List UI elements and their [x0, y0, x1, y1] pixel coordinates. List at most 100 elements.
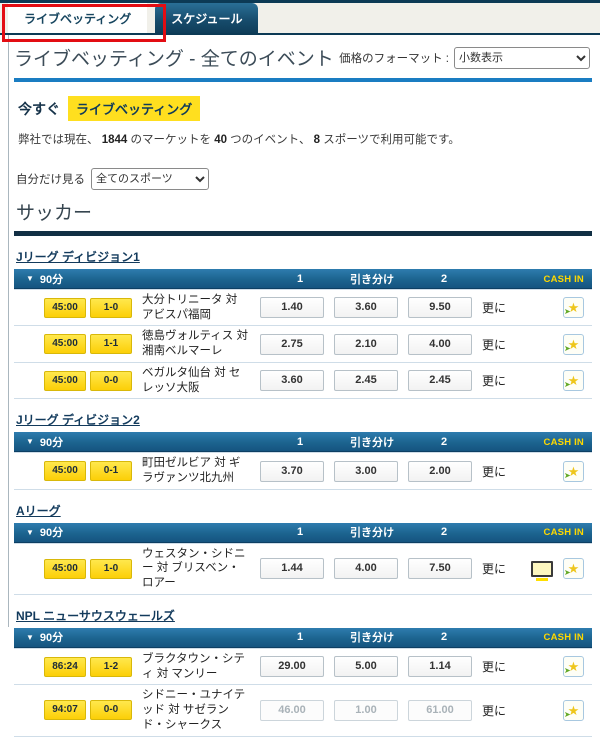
- cash-in-star-icon[interactable]: ★ ➤: [563, 460, 584, 482]
- period-label: 90分: [39, 632, 64, 645]
- row-icons: ★ ➤: [522, 699, 592, 721]
- promo-row: 今すぐ ライブベッティング: [18, 96, 592, 121]
- odds-away-button[interactable]: 1.14: [408, 656, 472, 678]
- cash-in-zone: CASH IN: [480, 526, 592, 538]
- now-label: 今すぐ: [18, 100, 60, 117]
- score-badge: 0-0: [90, 700, 132, 721]
- league-section: Jリーグ ディビジョン1 ▼ 90分 1 引き分け 2 CASH IN 45:00 1-0 大分ト…: [14, 244, 592, 400]
- availability-text: 弊社では現在、 1844 のマーケットを 40 つのイベント、 8 スポーツで利…: [18, 134, 460, 146]
- price-format-select[interactable]: 小数表示: [454, 46, 590, 69]
- column-header-away: 2: [440, 631, 448, 644]
- period-label: 90分: [39, 527, 64, 540]
- more-markets-link[interactable]: 更に: [482, 463, 522, 480]
- odds-away-button[interactable]: 2.45: [408, 370, 472, 392]
- odds-draw-button[interactable]: 2.10: [334, 333, 398, 355]
- cash-in-star-icon[interactable]: ★ ➤: [563, 333, 584, 355]
- odds-home-button[interactable]: 1.40: [260, 297, 324, 319]
- cash-in-star-icon[interactable]: ★ ➤: [563, 656, 584, 678]
- green-arrow-icon: ➤: [564, 666, 571, 676]
- odds-draw-button[interactable]: 4.00: [334, 558, 398, 580]
- sport-heading: サッカー: [16, 203, 93, 224]
- odds-home-button[interactable]: 3.60: [260, 370, 324, 392]
- collapse-caret-icon[interactable]: ▼: [26, 528, 34, 537]
- odds-away-button[interactable]: 61.00: [408, 699, 472, 721]
- cash-in-star-icon[interactable]: ★ ➤: [563, 370, 584, 392]
- team-names: 徳島ヴォルティス 対 湘南ベルマーレ: [142, 330, 249, 358]
- odds-draw-button[interactable]: 1.00: [334, 699, 398, 721]
- odds-draw-button[interactable]: 3.60: [334, 297, 398, 319]
- odds-draw-button[interactable]: 2.45: [334, 370, 398, 392]
- odds-away-button[interactable]: 4.00: [408, 333, 472, 355]
- row-icons: ★ ➤: [522, 333, 592, 355]
- more-markets-link[interactable]: 更に: [482, 560, 522, 577]
- main-content: ライブベッティング - 全てのイベント 価格のフォーマット : 小数表示 今すぐ…: [8, 35, 592, 737]
- column-header-away: 2: [440, 272, 448, 285]
- cash-in-star-icon[interactable]: ★ ➤: [563, 297, 584, 319]
- odds-away-button[interactable]: 2.00: [408, 460, 472, 482]
- odds-draw-button[interactable]: 5.00: [334, 656, 398, 678]
- cash-in-label: CASH IN: [543, 273, 584, 285]
- green-arrow-icon: ➤: [564, 470, 571, 480]
- cash-in-zone: CASH IN: [480, 631, 592, 643]
- more-markets-link[interactable]: 更に: [482, 702, 522, 719]
- live-stream-icon[interactable]: [531, 560, 553, 581]
- row-icons: ★ ➤: [522, 297, 592, 319]
- row-icons: ★ ➤: [522, 656, 592, 678]
- green-arrow-icon: ➤: [564, 380, 571, 390]
- row-icons: ★ ➤: [522, 370, 592, 392]
- odds-away-button[interactable]: 7.50: [408, 558, 472, 580]
- league-link[interactable]: Aリーグ: [16, 502, 61, 519]
- cash-in-label: CASH IN: [543, 436, 584, 448]
- sport-filter-select[interactable]: 全てのスポーツ: [91, 168, 209, 190]
- live-betting-button[interactable]: ライブベッティング: [68, 96, 201, 121]
- odds-home-button[interactable]: 46.00: [260, 699, 324, 721]
- page-title: ライブベッティング - 全てのイベント: [14, 49, 334, 70]
- odds-home-button[interactable]: 2.75: [260, 333, 324, 355]
- more-markets-link[interactable]: 更に: [482, 658, 522, 675]
- match-time-badge: 94:07: [44, 700, 86, 721]
- market-header-bar: ▼ 90分 1 引き分け 2 CASH IN: [14, 627, 592, 648]
- collapse-caret-icon[interactable]: ▼: [26, 633, 34, 642]
- market-header-bar: ▼ 90分 1 引き分け 2 CASH IN: [14, 269, 592, 289]
- league-link[interactable]: NPL ニューサウスウェールズ: [16, 607, 175, 624]
- collapse-caret-icon[interactable]: ▼: [26, 274, 34, 283]
- event-rows: 86:24 1-2 ブラクタウン・シティ 対 マンリー 29.00 5.00 1.14 更に…: [14, 647, 592, 737]
- more-markets-link[interactable]: 更に: [482, 372, 522, 389]
- cash-in-zone: CASH IN: [480, 436, 592, 448]
- event-rows: 45:00 1-0 ウェスタン・シドニー 対 ブリスベン・ロアー 1.44 4.00 7.…: [14, 542, 592, 595]
- score-badge: 1-2: [90, 656, 132, 677]
- tab-schedule[interactable]: スケジュール: [155, 3, 259, 33]
- league-link[interactable]: Jリーグ ディビジョン1: [16, 248, 140, 265]
- odds-home-button[interactable]: 1.44: [260, 558, 324, 580]
- odds-away-button[interactable]: 9.50: [408, 297, 472, 319]
- match-time-badge: 86:24: [44, 656, 86, 677]
- market-header-bar: ▼ 90分 1 引き分け 2 CASH IN: [14, 432, 592, 453]
- sport-filter: 自分だけ見る 全てのスポーツ: [16, 168, 592, 190]
- cash-in-star-icon[interactable]: ★ ➤: [563, 558, 584, 580]
- event-rows: 45:00 1-0 大分トリニータ 対 アビスパ福岡 1.40 3.60 9.50 更に ★ ➤…: [14, 289, 592, 400]
- odds-home-button[interactable]: 29.00: [260, 656, 324, 678]
- league-section: Jリーグ ディビジョン2 ▼ 90分 1 引き分け 2 CASH IN 45:00 0-1 町田ゼ…: [14, 407, 592, 490]
- league-section: NPL ニューサウスウェールズ ▼ 90分 1 引き分け 2 CASH IN 86:24 1-2…: [14, 603, 592, 737]
- tab-live-betting[interactable]: ライブベッティング: [8, 3, 148, 33]
- sport-divider: [14, 231, 592, 236]
- cash-in-star-icon[interactable]: ★ ➤: [563, 699, 584, 721]
- more-markets-link[interactable]: 更に: [482, 299, 522, 316]
- collapse-caret-icon[interactable]: ▼: [26, 437, 34, 446]
- column-header-home: 1: [296, 272, 304, 285]
- score-badge: 0-0: [90, 370, 132, 391]
- odds-home-button[interactable]: 3.70: [260, 460, 324, 482]
- column-header-draw: 引き分け: [350, 527, 394, 540]
- league-link[interactable]: Jリーグ ディビジョン2: [16, 411, 140, 428]
- score-badge: 1-0: [90, 297, 132, 318]
- score-badge: 1-0: [90, 558, 132, 579]
- match-time-badge: 45:00: [44, 558, 86, 579]
- column-header-draw: 引き分け: [350, 273, 394, 286]
- more-markets-link[interactable]: 更に: [482, 336, 522, 353]
- blue-divider: [14, 78, 592, 82]
- green-arrow-icon: ➤: [564, 343, 571, 353]
- match-time-badge: 45:00: [44, 297, 86, 318]
- tab-strip: ライブベッティング スケジュール: [0, 3, 600, 42]
- odds-draw-button[interactable]: 3.00: [334, 460, 398, 482]
- score-badge: 0-1: [90, 461, 132, 482]
